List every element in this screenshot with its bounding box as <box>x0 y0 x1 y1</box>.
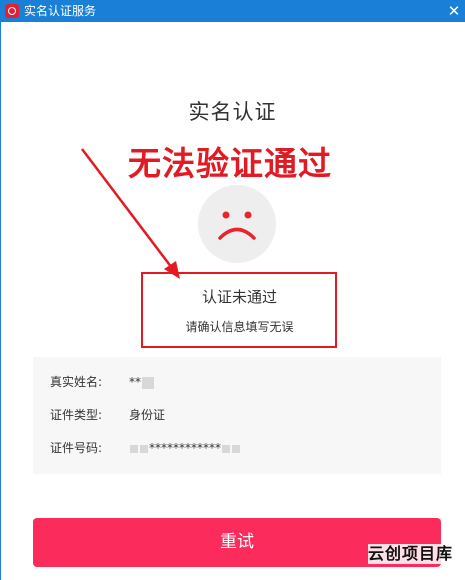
sad-face-icon <box>198 185 276 263</box>
close-button[interactable]: ✕ <box>443 0 465 22</box>
redaction-mark <box>142 376 154 389</box>
annotation-caption: 无法验证通过 <box>128 144 332 183</box>
redaction-mark <box>232 444 240 453</box>
redaction-mark <box>130 444 138 453</box>
info-row-id-type: 证件类型: 身份证 <box>33 405 441 425</box>
result-subtitle: 请确认信息填写无误 <box>185 320 294 334</box>
info-value-id-type: 身份证 <box>129 408 166 422</box>
info-row-id-number: 证件号码: ************ <box>33 438 441 458</box>
highlight-box <box>141 272 337 348</box>
redaction-mark <box>222 444 230 453</box>
verification-window: 实名认证服务 ✕ 实名认证 无法验证通过 认证未通过 请确认信息填写无误 真实姓… <box>0 0 465 580</box>
result-title: 认证未通过 <box>201 288 277 306</box>
app-logo-icon <box>5 4 19 18</box>
info-value-name: ** <box>129 372 155 392</box>
page-title: 实名认证 <box>188 100 277 124</box>
info-label: 证件类型: <box>50 408 103 422</box>
info-value-id-number: ************ <box>129 438 241 458</box>
info-row-name: 真实姓名: ** <box>33 372 441 392</box>
title-bar: 实名认证服务 ✕ <box>0 0 465 22</box>
watermark-text: 云创项目库 <box>368 544 454 564</box>
window-title: 实名认证服务 <box>24 4 97 18</box>
info-panel: 真实姓名: ** 证件类型: 身份证 证件号码: ************ <box>33 357 441 474</box>
info-label: 真实姓名: <box>50 375 103 389</box>
redaction-mark <box>140 444 148 453</box>
info-label: 证件号码: <box>50 441 103 455</box>
